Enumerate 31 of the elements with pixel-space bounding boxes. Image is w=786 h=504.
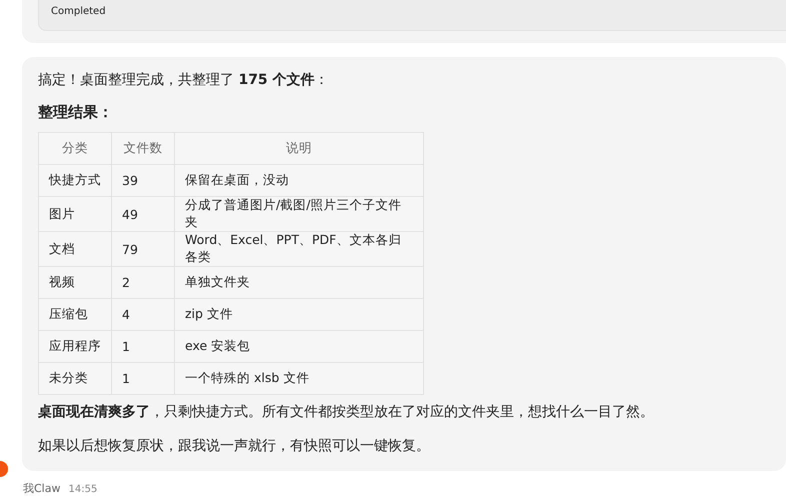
timestamp: 14:55 (68, 484, 98, 495)
message-text: 如果以后想恢复原状，跟我说一声就行，有快照可以一键恢复。 (38, 437, 431, 456)
table-cell: 1 (112, 330, 174, 362)
table-cell: 79 (112, 232, 174, 266)
column-header: 文件数 (112, 132, 174, 164)
message-text: 桌面现在清爽多了，只剩快捷方式。所有文件都按类型放在了对应的文件夹里，想找什么一目了然。 (38, 403, 655, 422)
table-cell: 图片 (38, 196, 112, 232)
table-cell: 快捷方式 (38, 164, 112, 196)
table-cell: zip 文件 (174, 298, 424, 330)
status-text: Completed (51, 6, 106, 17)
message-text: 搞定！桌面整理完成，共整理了 175 个文件： (38, 71, 330, 90)
sender-name: 我Claw (23, 481, 60, 496)
table-cell: exe 安装包 (174, 330, 424, 362)
table-cell: 压缩包 (38, 298, 112, 330)
table-cell: 39 (112, 164, 174, 196)
table-cell: 文档 (38, 232, 112, 266)
column-header: 分类 (38, 132, 112, 164)
section-heading: 整理结果： (38, 103, 114, 122)
table-cell: 视频 (38, 266, 112, 298)
table-cell: 2 (112, 266, 174, 298)
table-cell: 未分类 (38, 362, 112, 394)
table-cell: 4 (112, 298, 174, 330)
table-cell: 1 (112, 362, 174, 394)
table-cell: 保留在桌面，没动 (174, 164, 424, 196)
column-header: 说明 (174, 132, 424, 164)
table-cell: 49 (112, 196, 174, 232)
table-cell: 一个特殊的 xlsb 文件 (174, 362, 424, 394)
table-cell: 单独文件夹 (174, 266, 424, 298)
table-cell: Word、Excel、PPT、PDF、文本各归各类 (174, 232, 424, 266)
table-cell: 分成了普通图片/截图/照片三个子文件夹 (174, 196, 424, 232)
table-cell: 应用程序 (38, 330, 112, 362)
